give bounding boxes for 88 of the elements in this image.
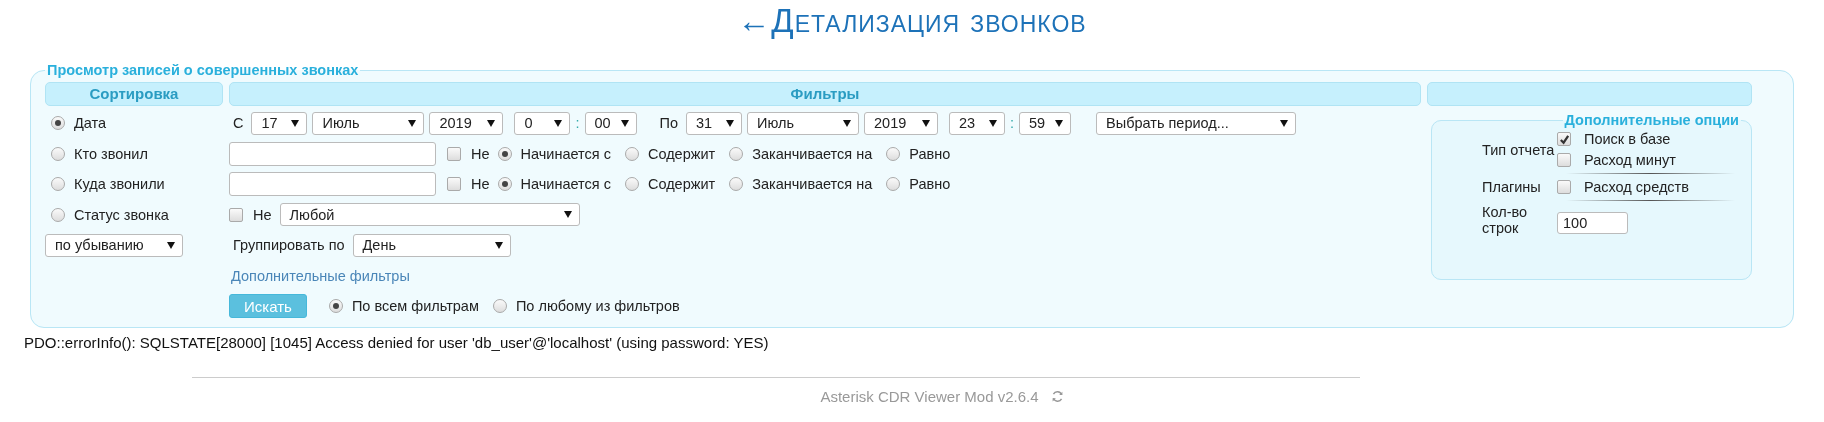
hour-dropdown[interactable]: 0 — [514, 111, 571, 135]
radio-label: По любому из фильтров — [515, 298, 680, 315]
radio-button[interactable] — [492, 299, 507, 314]
radio-label: Равно — [909, 176, 951, 193]
minute-dropdown[interactable]: 59 — [1019, 111, 1072, 135]
radio-label: Содержит — [647, 145, 716, 162]
option-label: Плагины — [1481, 179, 1542, 195]
radio-button[interactable] — [51, 116, 65, 131]
radio-label: Статус звонка — [74, 206, 169, 223]
radio-button[interactable] — [328, 299, 343, 314]
caret-icon — [563, 211, 572, 219]
year-dropdown[interactable]: 2019 — [864, 111, 938, 135]
radio-button[interactable] — [51, 177, 65, 192]
caret-icon — [1055, 119, 1064, 127]
caret-icon — [494, 241, 503, 249]
date-label: По — [659, 115, 678, 132]
text-field[interactable] — [229, 172, 436, 197]
radio-label: Начинается с — [520, 145, 611, 162]
checkbox[interactable] — [447, 146, 461, 161]
checkbox-label: Поиск в базе — [1584, 131, 1671, 147]
caret-icon — [922, 119, 930, 127]
checkbox[interactable] — [1557, 132, 1571, 146]
error-message: PDO::errorInfo(): SQLSTATE[28000] [1045] Access denied for user 'db_user'@'localhost' (using password: YES) — [24, 334, 770, 351]
more-filters-link[interactable]: Дополнительные фильтры — [231, 267, 410, 284]
panel-legend: Дополнительные опции — [1562, 112, 1741, 128]
refresh-icon[interactable] — [1050, 390, 1064, 403]
radio-button[interactable] — [497, 146, 512, 161]
panel-legend: Просмотр записей о совершенных звонках — [45, 62, 361, 78]
caret-icon — [408, 119, 417, 127]
year-dropdown[interactable]: 2019 — [429, 111, 504, 135]
checkbox-label: Расход средств — [1584, 179, 1689, 195]
radio-button[interactable] — [729, 177, 744, 192]
radio-button[interactable] — [729, 146, 744, 161]
radio-label: Равно — [909, 145, 951, 162]
hour-dropdown[interactable]: 23 — [949, 111, 1005, 135]
radio-label: По всем фильтрам — [351, 298, 479, 315]
rows-field[interactable]: 100 — [1557, 212, 1628, 234]
radio-button[interactable] — [886, 146, 901, 161]
status-dropdown[interactable]: Любой — [279, 203, 580, 227]
checkbox[interactable] — [1557, 180, 1571, 194]
page-title[interactable]: ←Детализация звонков — [0, 0, 1824, 42]
period-dropdown[interactable]: Выбрать период... — [1096, 111, 1297, 135]
radio-label: Заканчивается на — [752, 176, 873, 193]
date-label: С — [233, 115, 244, 132]
checkbox-label: Не — [471, 145, 490, 162]
group-label: Группировать по — [233, 237, 345, 254]
time-separator: : — [1010, 115, 1015, 132]
caret-icon — [989, 119, 997, 127]
caret-icon — [487, 119, 496, 127]
month-dropdown[interactable]: Июль — [747, 111, 859, 135]
time-separator: : — [575, 115, 580, 132]
checkbox[interactable] — [229, 207, 243, 222]
radio-button[interactable] — [624, 177, 639, 192]
option-label: Тип отчета — [1481, 141, 1556, 158]
checkbox[interactable] — [447, 177, 461, 192]
radio-label: Содержит — [647, 176, 716, 193]
caret-icon — [726, 119, 734, 127]
checkbox[interactable] — [1557, 153, 1571, 167]
minute-dropdown[interactable]: 00 — [584, 111, 637, 135]
caret-icon — [291, 119, 300, 127]
radio-label: Куда звонили — [74, 176, 165, 193]
checkbox-label: Не — [253, 206, 272, 223]
radio-button[interactable] — [51, 207, 65, 222]
caret-icon — [554, 119, 563, 127]
radio-button[interactable] — [497, 177, 512, 192]
radio-button[interactable] — [886, 177, 901, 192]
group-dropdown[interactable]: День — [352, 233, 511, 257]
radio-label: Дата — [74, 115, 107, 132]
checkbox-label: Не — [471, 176, 490, 193]
caret-icon — [1280, 119, 1289, 127]
month-dropdown[interactable]: Июль — [312, 111, 425, 135]
caret-icon — [620, 119, 629, 127]
column-header: Фильтры — [229, 82, 1421, 106]
day-dropdown[interactable]: 17 — [251, 111, 308, 135]
day-dropdown[interactable]: 31 — [686, 111, 742, 135]
checkbox-label: Расход минут — [1584, 152, 1676, 168]
radio-label: Заканчивается на — [752, 145, 873, 162]
caret-icon — [167, 241, 175, 249]
radio-label: Кто звонил — [74, 145, 148, 162]
radio-button[interactable] — [51, 146, 65, 161]
column-header: Сортировка — [45, 82, 223, 106]
radio-button[interactable] — [624, 146, 639, 161]
footer-text: Asterisk CDR Viewer Mod v2.6.4 — [820, 388, 1039, 405]
caret-icon — [843, 119, 851, 127]
radio-label: Начинается с — [520, 176, 611, 193]
option-label: Кол-во строк — [1481, 204, 1529, 236]
text-field[interactable] — [229, 141, 436, 166]
order-dropdown[interactable]: по убыванию — [45, 233, 183, 257]
